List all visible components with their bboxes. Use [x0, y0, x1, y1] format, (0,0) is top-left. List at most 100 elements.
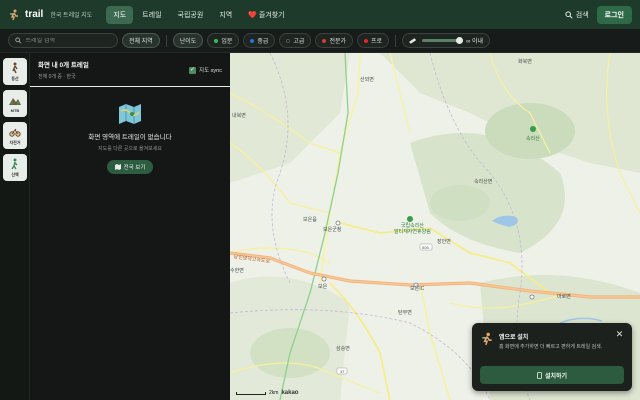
empty-state-title: 화면 영역에 트레일이 없습니다 — [88, 134, 172, 141]
brand[interactable]: trail 한국 트레일 지도 — [8, 9, 92, 21]
map-sync-checkbox[interactable]: ✓ — [189, 66, 197, 74]
nav-search-label: 검색 — [575, 11, 589, 19]
trail-search-input[interactable] — [25, 37, 111, 44]
level-label: 전문가 — [329, 39, 347, 45]
distance-slider[interactable]: ∞ 이내 — [402, 33, 491, 48]
map-label-sanoe: 산외면 — [360, 77, 374, 83]
rail-item-cycling[interactable]: 자전거 — [3, 122, 27, 149]
brand-name: trail — [25, 9, 44, 20]
empty-state: 화면 영역에 트레일이 없습니다 지도를 다른 곳으로 옮겨보세요 전국 보기 — [30, 103, 230, 174]
level-chip-intermediate[interactable]: 중급 — [243, 33, 276, 48]
level-label: 프로 — [371, 39, 383, 45]
map-label-boeun: 보은 — [318, 284, 328, 290]
difficulty-chip[interactable]: 난이도 — [172, 33, 204, 48]
route-number: 505 — [422, 245, 429, 250]
search-icon — [565, 10, 573, 19]
tab-trails[interactable]: 트레일 — [135, 6, 168, 24]
rail-label: MTB — [10, 108, 20, 113]
close-icon[interactable]: ✕ — [615, 330, 624, 339]
hiker-icon — [12, 62, 18, 73]
phone-icon — [537, 371, 542, 379]
level-chip-beginner[interactable]: 입문 — [207, 33, 240, 48]
level-dot-pro — [364, 38, 369, 43]
forest-marker[interactable] — [407, 216, 413, 222]
map-small-icon — [114, 164, 121, 170]
level-dot-intermediate — [250, 38, 255, 43]
map-label-songnisan: 속리산 — [526, 136, 540, 142]
rail-label: 산책 — [11, 171, 19, 177]
all-regions-chip[interactable]: 전체 지역 — [122, 33, 160, 48]
mtb-icon — [9, 98, 21, 105]
divider — [395, 34, 397, 47]
popup-description: 홈 화면에 추가하면 더 빠르고 편하게 트레일 검색. — [499, 344, 603, 350]
popup-title: 앱으로 설치 — [499, 335, 529, 341]
trail-list-panel: 화면 내 0개 트레일 전체 0개 중 · 한국 ✓ 지도 sync 화면 영역… — [30, 53, 230, 400]
level-chip-advanced[interactable]: 고급 — [279, 33, 312, 48]
map-sync-toggle[interactable]: ✓ 지도 sync — [189, 66, 222, 74]
map-label-suhan: 수한면 — [230, 268, 244, 274]
tab-regions[interactable]: 지역 — [212, 6, 239, 24]
trail-search-box[interactable] — [8, 33, 118, 48]
view-nationwide-label: 전국 보기 — [123, 165, 146, 171]
rail-item-hiking[interactable]: 등산 — [3, 58, 27, 85]
rail-label: 등산 — [11, 75, 19, 81]
install-button[interactable]: 설치하기 — [480, 366, 624, 384]
level-label: 입문 — [221, 39, 233, 45]
route-number: 37 — [340, 369, 345, 374]
distance-slider-knob[interactable] — [456, 37, 464, 44]
filter-bar: 전체 지역 난이도 입문 중급 고급 전문가 프로 ∞ 이내 — [0, 29, 640, 53]
tab-national-parks[interactable]: 국립공원 — [171, 6, 211, 24]
hiker-logo-icon — [482, 332, 492, 346]
rail-label: 자전거 — [9, 139, 21, 145]
level-chip-expert[interactable]: 전문가 — [315, 33, 354, 48]
map-label-songnisan-myeon: 속리산면 — [474, 179, 493, 185]
panel-header: 화면 내 0개 트레일 전체 0개 중 · 한국 ✓ 지도 sync — [30, 53, 230, 87]
nav-search-button[interactable]: 검색 — [565, 10, 589, 20]
map-label-maro: 마로면 — [557, 294, 571, 300]
level-dot-advanced — [286, 38, 291, 43]
map-label-hwabuk: 화북면 — [518, 59, 532, 65]
map-label-boeun-ic: 보은IC — [410, 286, 425, 292]
nav-tabs: 지도 트레일 국립공원 지역 ❤️ 즐겨찾기 — [106, 5, 291, 24]
map-sync-label: 지도 sync — [199, 68, 222, 74]
hiker-logo-icon — [10, 9, 18, 20]
activity-rail: 등산 MTB 자전거 산책 — [0, 53, 30, 400]
ic-marker[interactable] — [321, 276, 327, 282]
map-label-samseung: 삼승면 — [336, 346, 350, 352]
tab-map[interactable]: 지도 — [106, 5, 134, 24]
map-attribution: kakao — [281, 390, 299, 396]
map-label-boeun-county: 보은군청 — [323, 227, 342, 233]
map-label-naebuk: 내북면 — [232, 113, 246, 119]
distance-slider-track[interactable] — [422, 37, 464, 44]
level-chip-pro[interactable]: 프로 — [357, 33, 390, 48]
search-icon — [15, 37, 22, 44]
rail-item-mtb[interactable]: MTB — [3, 90, 27, 117]
empty-state-subtitle: 지도를 다른 곳으로 옮겨보세요 — [98, 146, 162, 152]
scale-bar — [236, 391, 266, 395]
level-dot-expert — [322, 38, 327, 43]
map-icon — [119, 104, 141, 124]
map-label-forest: 국립속리산 말티재자연휴양림 — [394, 223, 431, 235]
view-nationwide-button[interactable]: 전국 보기 — [106, 160, 154, 174]
panel-subtitle: 전체 0개 중 · 한국 — [38, 74, 76, 80]
login-button[interactable]: 로그인 — [596, 5, 632, 24]
walker-icon — [11, 158, 18, 169]
bicycle-icon — [9, 128, 21, 137]
top-nav: trail 한국 트레일 지도 지도 트레일 국립공원 지역 ❤️ 즐겨찾기 검… — [0, 0, 640, 29]
brand-subtitle: 한국 트레일 지도 — [50, 13, 93, 19]
ic-marker[interactable] — [529, 294, 535, 300]
map-label-boeun-eup: 보은읍 — [303, 217, 317, 223]
scale-text: 2km — [269, 390, 279, 396]
tab-favorites[interactable]: ❤️ 즐겨찾기 — [241, 6, 291, 24]
level-dot-beginner — [214, 38, 219, 43]
level-label: 고급 — [293, 39, 305, 45]
park-marker[interactable] — [530, 126, 536, 132]
install-app-popup: 앱으로 설치 홈 화면에 추가하면 더 빠르고 편하게 트레일 검색. ✕ 설치… — [472, 323, 632, 391]
map-label-jangan: 장안면 — [437, 239, 451, 245]
rail-item-walking[interactable]: 산책 — [3, 154, 27, 181]
town-marker[interactable] — [335, 220, 341, 226]
map-label-tanbu: 탄부면 — [398, 310, 412, 316]
install-button-label: 설치하기 — [544, 373, 568, 380]
distance-label: ∞ 이내 — [466, 39, 484, 45]
ruler-icon — [409, 37, 417, 44]
